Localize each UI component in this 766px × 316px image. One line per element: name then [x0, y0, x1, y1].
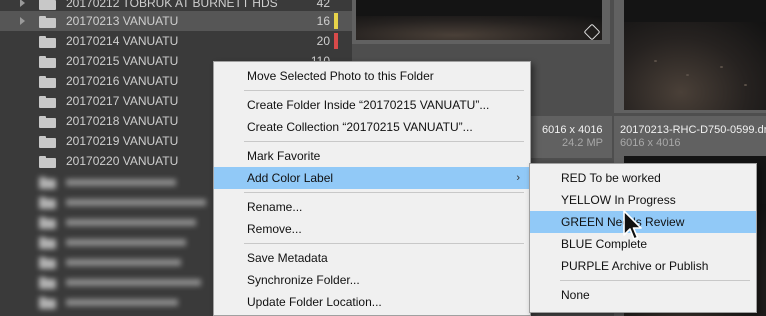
- folder-context-menu: Move Selected Photo to this Folder Creat…: [213, 61, 531, 316]
- folder-name: 20170220 VANUATU: [66, 154, 179, 168]
- photo-dimensions: 6016 x 4016: [620, 137, 681, 149]
- folder-count: 16: [316, 14, 330, 28]
- expand-triangle-icon[interactable]: [20, 0, 25, 7]
- menu-item-create-folder[interactable]: Create Folder Inside “20170215 VANUATU”.…: [214, 94, 530, 116]
- mouse-pointer-icon: [623, 210, 642, 240]
- folder-icon: [39, 297, 56, 309]
- color-label-marker: [334, 33, 338, 49]
- submenu-chevron-icon: ›: [516, 172, 520, 184]
- folder-row[interactable]: 20170214 VANUATU 20: [0, 31, 352, 51]
- submenu-item-yellow[interactable]: YELLOW In Progress: [530, 189, 756, 211]
- grid-cell[interactable]: 6016 x 4016 24.2 MP: [528, 116, 612, 158]
- menu-item-add-color-label[interactable]: Add Color Label ›: [214, 167, 530, 189]
- folder-name: 20170219 VANUATU: [66, 134, 179, 148]
- photo-filename: 20170213-RHC-D750-0599.dn: [620, 124, 766, 136]
- menu-item-create-collection[interactable]: Create Collection “20170215 VANUATU”...: [214, 116, 530, 138]
- folder-icon: [39, 116, 56, 128]
- photo-megapixels: 24.2 MP: [562, 137, 603, 149]
- color-label-marker: [334, 13, 338, 29]
- folder-name: 20170217 VANUATU: [66, 94, 179, 108]
- folder-icon: [39, 156, 56, 168]
- folder-icon: [39, 136, 56, 148]
- menu-item-remove[interactable]: Remove...: [214, 218, 530, 240]
- folder-icon: [39, 177, 56, 189]
- color-label-submenu: RED To be worked YELLOW In Progress GREE…: [529, 163, 757, 313]
- folder-icon: [39, 0, 56, 10]
- menu-separator: [244, 90, 524, 91]
- folder-icon: [39, 237, 56, 249]
- menu-item-save-metadata[interactable]: Save Metadata: [214, 247, 530, 269]
- menu-item-move-photo[interactable]: Move Selected Photo to this Folder: [214, 65, 530, 87]
- photo-dimensions: 6016 x 4016: [542, 124, 603, 136]
- blurred-folder-name: [66, 299, 178, 306]
- blurred-folder-name: [66, 179, 176, 186]
- folder-icon: [39, 277, 56, 289]
- folder-icon: [39, 197, 56, 209]
- folder-icon: [39, 16, 56, 28]
- blurred-folder-name: [66, 259, 181, 266]
- folder-name: 20170215 VANUATU: [66, 54, 179, 68]
- menu-item-synchronize-folder[interactable]: Synchronize Folder...: [214, 269, 530, 291]
- folder-icon: [39, 96, 56, 108]
- blurred-folder-name: [66, 219, 196, 226]
- submenu-item-blue[interactable]: BLUE Complete: [530, 233, 756, 255]
- submenu-item-green[interactable]: GREEN Needs Review: [530, 211, 756, 233]
- folder-count: 42: [316, 0, 330, 10]
- folder-icon: [39, 217, 56, 229]
- blurred-folder-name: [66, 279, 201, 286]
- folder-icon: [39, 76, 56, 88]
- menu-item-mark-favorite[interactable]: Mark Favorite: [214, 145, 530, 167]
- folder-icon: [39, 257, 56, 269]
- folder-name: 20170212 TOBRUK AT BURNETT HDS: [66, 0, 278, 10]
- expand-triangle-icon[interactable]: [20, 17, 25, 25]
- folder-name: 20170213 VANUATU: [66, 14, 179, 28]
- folder-name: 20170214 VANUATU: [66, 34, 179, 48]
- submenu-item-none[interactable]: None: [530, 284, 756, 306]
- submenu-item-purple[interactable]: PURPLE Archive or Publish: [530, 255, 756, 277]
- grid-cell[interactable]: [352, 0, 610, 44]
- folder-icon: [39, 56, 56, 68]
- menu-item-rename[interactable]: Rename...: [214, 196, 530, 218]
- menu-separator: [244, 192, 524, 193]
- folder-row-selected[interactable]: 20170213 VANUATU 16: [0, 11, 352, 31]
- blurred-folder-name: [66, 239, 186, 246]
- menu-separator: [560, 280, 750, 281]
- folder-name: 20170216 VANUATU: [66, 74, 179, 88]
- menu-item-update-folder-location[interactable]: Update Folder Location...: [214, 291, 530, 313]
- folder-name: 20170218 VANUATU: [66, 114, 179, 128]
- photo-thumbnail[interactable]: [624, 0, 766, 110]
- grid-cell[interactable]: [614, 0, 766, 113]
- folder-count: 20: [316, 34, 330, 48]
- menu-item-label: Add Color Label: [247, 171, 334, 185]
- photo-thumbnail[interactable]: [356, 0, 602, 40]
- menu-separator: [244, 243, 524, 244]
- folder-icon: [39, 36, 56, 48]
- menu-separator: [244, 141, 524, 142]
- blurred-folder-name: [66, 199, 206, 206]
- submenu-item-red[interactable]: RED To be worked: [530, 167, 756, 189]
